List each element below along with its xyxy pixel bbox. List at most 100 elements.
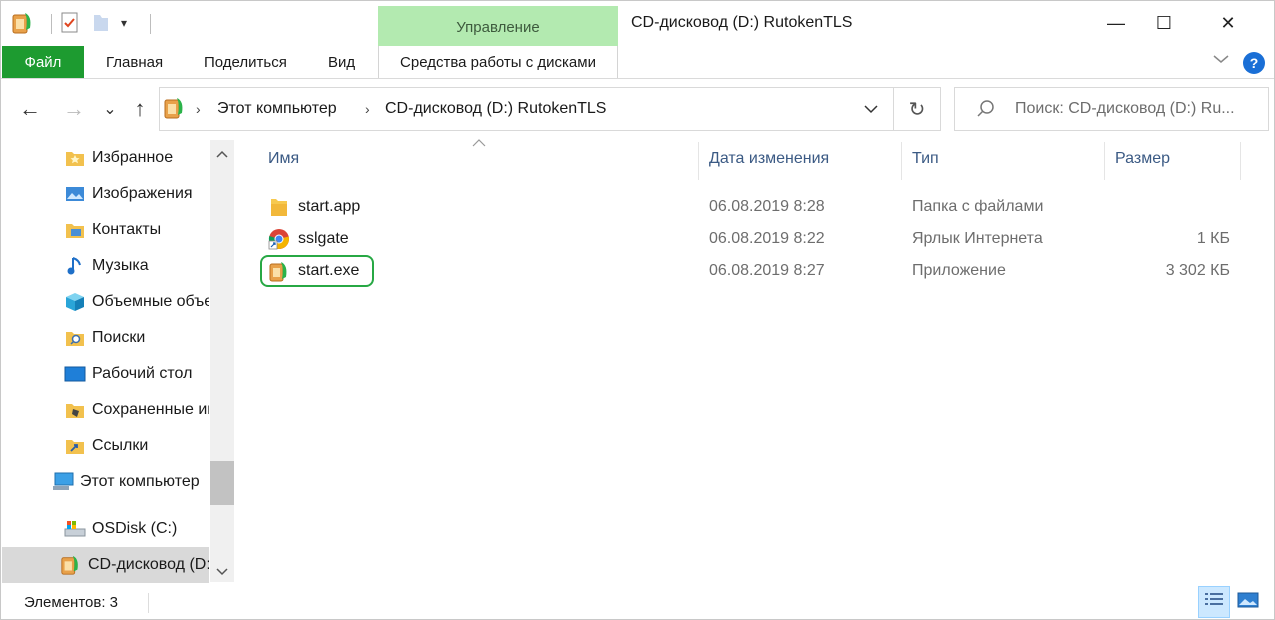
saved-games-icon	[64, 400, 86, 420]
file-type: Приложение	[912, 262, 1006, 279]
close-button[interactable]: ✕	[1204, 0, 1252, 46]
file-row[interactable]: sslgate 06.08.2019 8:22 Ярлык Интернета …	[262, 223, 1240, 255]
forward-button[interactable]: →	[60, 94, 88, 124]
file-name: sslgate	[298, 230, 349, 247]
sidebar-item-label: Объемные объекты	[92, 293, 209, 310]
sidebar-item-desktop[interactable]: Рабочий стол	[2, 356, 209, 392]
column-divider[interactable]	[698, 142, 699, 180]
pictures-icon	[64, 184, 86, 204]
refresh-button[interactable]: ↻	[894, 87, 941, 131]
help-icon[interactable]: ?	[1243, 52, 1265, 74]
tab-drive-tools[interactable]: Средства работы с дисками	[378, 46, 618, 79]
rutoken-drive-icon	[163, 95, 187, 121]
column-divider[interactable]	[901, 142, 902, 180]
large-icons-view-button[interactable]	[1232, 586, 1264, 618]
tab-home[interactable]: Главная	[106, 46, 163, 79]
maximize-button[interactable]: ☐	[1140, 0, 1188, 46]
searches-icon	[64, 328, 86, 348]
column-header-name[interactable]: Имя	[268, 150, 299, 168]
new-folder-icon[interactable]	[92, 12, 110, 34]
breadcrumb-cd-drive[interactable]: CD-дисковод (D:) RutokenTLS	[385, 100, 606, 118]
file-size: 1 КБ	[1196, 230, 1230, 247]
sidebar-item-saved-games[interactable]: Сохраненные игры	[2, 392, 209, 428]
sidebar-item-pictures[interactable]: Изображения	[2, 176, 209, 212]
back-arrow-icon: ←	[19, 96, 41, 121]
file-date: 06.08.2019 8:27	[709, 262, 825, 279]
links-icon	[64, 436, 86, 456]
sidebar-item-label: OSDisk (C:)	[92, 520, 178, 537]
sidebar-item-label: Ссылки	[92, 437, 149, 454]
column-divider[interactable]	[1240, 142, 1241, 180]
sidebar-item-label: Музыка	[92, 257, 149, 274]
sidebar-item-label: Рабочий стол	[92, 365, 193, 382]
column-header-size[interactable]: Размер	[1115, 150, 1170, 168]
file-row[interactable]: start.exe 06.08.2019 8:27 Приложение 3 3…	[262, 255, 1240, 287]
sidebar-item-music[interactable]: Музыка	[2, 248, 209, 284]
customize-toolbar-icon[interactable]: ▾	[121, 16, 127, 30]
minimize-button[interactable]: —	[1092, 0, 1140, 46]
file-size: 3 302 КБ	[1165, 262, 1230, 279]
search-icon	[976, 99, 996, 124]
disk-icon	[64, 519, 86, 539]
sidebar-item-searches[interactable]: Поиски	[2, 320, 209, 356]
file-date: 06.08.2019 8:22	[709, 230, 825, 247]
star-folder-icon	[64, 148, 86, 168]
column-divider[interactable]	[1104, 142, 1105, 180]
tab-view[interactable]: Вид	[328, 46, 355, 79]
rutoken-drive-icon	[60, 555, 82, 575]
back-button[interactable]: ←	[16, 94, 44, 124]
expand-ribbon-icon[interactable]	[1212, 52, 1230, 68]
sidebar-item-this-pc[interactable]: Этот компьютер	[2, 464, 209, 500]
breadcrumb-this-pc[interactable]: Этот компьютер	[217, 100, 337, 118]
forward-arrow-icon: →	[63, 96, 85, 121]
file-type: Папка с файлами	[912, 198, 1044, 215]
chrome-shortcut-icon	[268, 228, 290, 250]
scrollbar-thumb[interactable]	[210, 461, 234, 505]
up-button[interactable]: ↑	[128, 94, 152, 124]
toolbar-separator	[51, 14, 52, 34]
sidebar-item-label: Избранное	[92, 149, 174, 166]
refresh-icon: ↻	[908, 98, 926, 121]
column-header-date[interactable]: Дата изменения	[709, 150, 829, 168]
sidebar-scrollbar[interactable]	[210, 140, 234, 582]
sidebar-item-cd-drive[interactable]: CD-дисковод (D:) RutokenTLS	[2, 547, 209, 583]
sidebar-item-label: Поиски	[92, 329, 146, 346]
breadcrumb-separator-icon: ›	[365, 101, 370, 117]
scroll-up-icon[interactable]	[210, 142, 234, 166]
sidebar-item-label: CD-дисковод (D:) RutokenTLS	[88, 556, 209, 573]
sidebar-item-3d-objects[interactable]: Объемные объекты	[2, 284, 209, 320]
properties-icon[interactable]	[60, 12, 80, 34]
breadcrumb-separator-icon: ›	[196, 101, 201, 117]
recent-locations-button[interactable]: ⌄	[100, 94, 120, 124]
tab-file[interactable]: Файл	[2, 46, 84, 79]
highlight-ring	[260, 255, 374, 287]
music-icon	[64, 256, 86, 276]
details-view-button[interactable]	[1198, 586, 1230, 618]
context-tab-group: Управление	[378, 6, 618, 46]
sort-ascending-icon	[472, 136, 486, 150]
sidebar-item-contacts[interactable]: Контакты	[2, 212, 209, 248]
context-group-label: Управление	[456, 19, 540, 36]
status-divider	[148, 593, 149, 613]
sidebar-item-label: Этот компьютер	[80, 473, 200, 490]
app-icon	[10, 10, 36, 36]
chevron-down-icon: ⌄	[103, 101, 117, 118]
sidebar-item-links[interactable]: Ссылки	[2, 428, 209, 464]
sidebar-item-label: Контакты	[92, 221, 162, 238]
sidebar-item-label: Сохраненные игры	[92, 401, 209, 418]
address-dropdown-icon[interactable]	[862, 102, 880, 120]
contacts-icon	[64, 220, 86, 240]
sidebar-item-osdisk[interactable]: OSDisk (C:)	[2, 511, 209, 547]
window-title: CD-дисковод (D:) RutokenTLS	[631, 14, 853, 31]
3d-objects-icon	[64, 292, 86, 312]
status-item-count: Элементов: 3	[24, 594, 119, 611]
folder-icon	[268, 196, 290, 218]
large-icons-view-icon	[1237, 592, 1259, 613]
scroll-down-icon[interactable]	[210, 560, 234, 584]
tab-share[interactable]: Поделиться	[204, 46, 287, 79]
column-header-type[interactable]: Тип	[912, 150, 939, 168]
sidebar-item-label: Изображения	[92, 185, 193, 202]
computer-icon	[52, 472, 74, 492]
file-row[interactable]: start.app 06.08.2019 8:28 Папка с файлам…	[262, 191, 1240, 223]
sidebar-item-favorites[interactable]: Избранное	[2, 140, 209, 176]
